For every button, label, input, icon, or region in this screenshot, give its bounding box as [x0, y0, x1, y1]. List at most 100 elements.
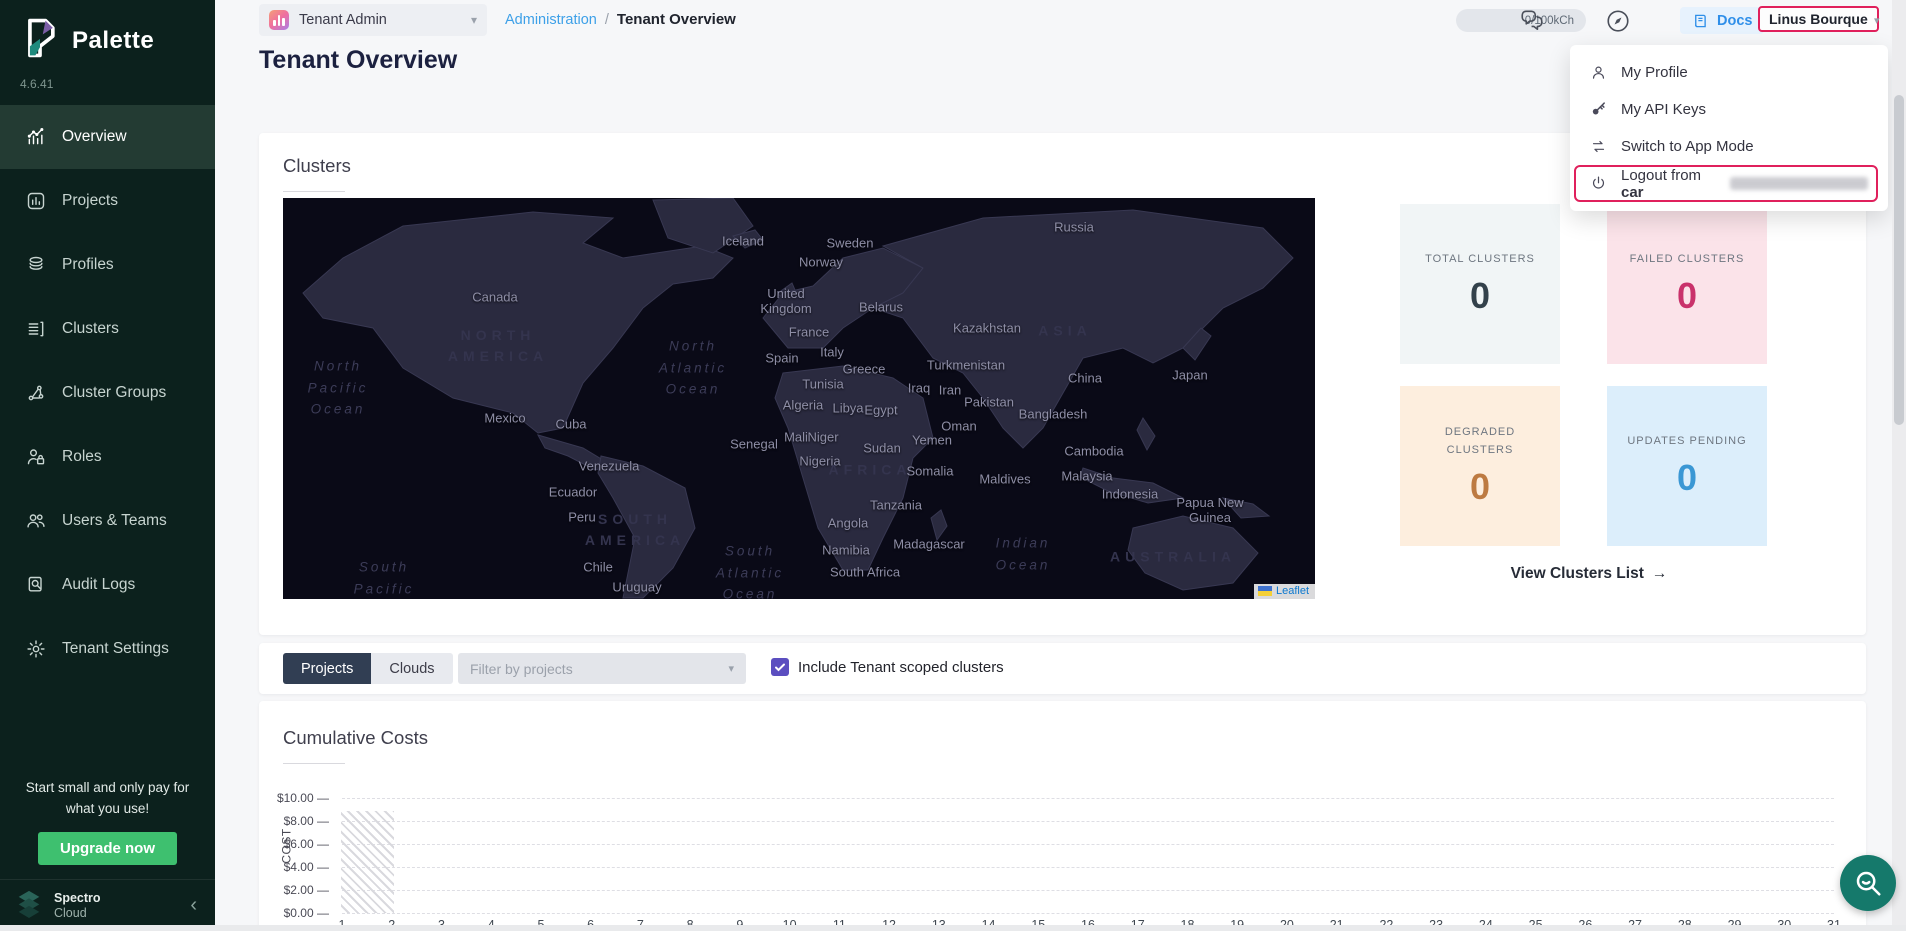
sidebar-item-tenant-settings[interactable]: Tenant Settings — [0, 617, 215, 681]
horizontal-scrollbar[interactable] — [0, 925, 1906, 931]
chart-gridline — [342, 867, 1834, 868]
stat-value: 0 — [1677, 275, 1697, 317]
sidebar-item-users-teams[interactable]: Users & Teams — [0, 489, 215, 553]
clusters-world-map[interactable]: CanadaIcelandNORTH AMERICANorth Pacific … — [283, 198, 1315, 599]
layers-icon — [26, 255, 46, 275]
chart-y-tick: $10.00 — — [265, 791, 329, 805]
stat-tile-total-clusters: TOTAL CLUSTERS 0 — [1400, 204, 1560, 364]
view-clusters-list-link[interactable]: View Clusters List → — [1499, 565, 1679, 583]
sidebar-item-cluster-groups[interactable]: Cluster Groups — [0, 361, 215, 425]
sidebar-item-audit-logs[interactable]: Audit Logs — [0, 553, 215, 617]
tenant-scoped-checkbox-row[interactable]: Include Tenant scoped clusters — [771, 658, 1004, 676]
chart-gridline — [342, 844, 1834, 845]
stat-label: FAILED CLUSTERS — [1630, 251, 1745, 269]
palette-logo-icon — [18, 16, 62, 65]
chart-y-tick: $4.00 — — [265, 860, 329, 874]
leaflet-link[interactable]: Leaflet — [1276, 585, 1309, 597]
users-icon — [26, 511, 46, 531]
stat-tile-degraded-clusters: DEGRADED CLUSTERS0 — [1400, 386, 1560, 546]
title-divider — [283, 763, 345, 764]
clusters-card-header: Clusters — [283, 155, 351, 192]
upgrade-now-button[interactable]: Upgrade now — [38, 832, 177, 865]
costs-card-header: Cumulative Costs — [283, 727, 428, 764]
title-divider — [283, 191, 345, 192]
user-lock-icon — [26, 447, 46, 467]
stat-tile-updates-pending: UPDATES PENDING0 — [1607, 386, 1767, 546]
chevron-down-icon[interactable]: ▾ — [1874, 14, 1880, 27]
compass-icon[interactable] — [1604, 7, 1631, 34]
sidebar-collapse-icon[interactable]: ‹ — [186, 894, 201, 917]
chart-gridline — [342, 821, 1834, 822]
gear-icon — [26, 639, 46, 659]
sidebar-item-label: Profiles — [62, 256, 114, 274]
switch-icon — [1590, 138, 1607, 155]
ukraine-flag-icon — [1258, 586, 1272, 596]
tenant-admin-icon — [269, 10, 289, 30]
app-version: 4.6.41 — [0, 67, 215, 91]
sidebar-item-label: Cluster Groups — [62, 384, 166, 402]
spectro-cloud-logo-icon — [14, 888, 44, 923]
world-map-graphic — [283, 198, 1315, 599]
app-name: Palette — [72, 27, 154, 55]
scrollbar-thumb[interactable] — [1894, 95, 1904, 425]
chart-gridline — [342, 798, 1834, 799]
view-clusters-list-label: View Clusters List — [1511, 565, 1644, 582]
tenant-scope-selector[interactable]: Tenant Admin ▾ — [259, 4, 487, 36]
docs-label: Docs — [1717, 13, 1752, 29]
stat-value: 0 — [1677, 457, 1697, 499]
nodes-icon — [26, 383, 46, 403]
sidebar-item-projects[interactable]: Projects — [0, 169, 215, 233]
menu-item-label: Logout from car — [1621, 167, 1714, 201]
costs-card-title: Cumulative Costs — [283, 727, 428, 749]
sidebar-item-label: Roles — [62, 448, 102, 466]
stat-label: TOTAL CLUSTERS — [1425, 251, 1535, 269]
chart-gridline — [342, 913, 1834, 914]
menu-item-my-api-keys[interactable]: My API Keys — [1570, 91, 1888, 128]
chart-y-tick: $6.00 — — [265, 837, 329, 851]
scope-tabs: ProjectsClouds — [283, 653, 453, 684]
tenant-selector-label: Tenant Admin — [299, 12, 387, 28]
app-logo[interactable]: Palette — [0, 0, 215, 67]
breadcrumb-administration[interactable]: Administration — [505, 12, 597, 28]
menu-item-logout-from-car[interactable]: Logout from car — [1570, 165, 1888, 202]
chart-y-tick: $2.00 — — [265, 883, 329, 897]
map-attribution: Leaflet — [1254, 584, 1315, 599]
sidebar-item-label: Overview — [62, 128, 127, 146]
user-icon — [1590, 64, 1607, 81]
chart-y-tick: $8.00 — — [265, 814, 329, 828]
sidebar-item-overview[interactable]: Overview — [0, 105, 215, 169]
menu-item-my-profile[interactable]: My Profile — [1570, 54, 1888, 91]
menu-item-label: Switch to App Mode — [1621, 138, 1754, 155]
checkbox-checked[interactable] — [771, 658, 789, 676]
vertical-scrollbar[interactable] — [1892, 0, 1906, 931]
menu-item-label: My Profile — [1621, 64, 1688, 81]
book-icon — [1692, 12, 1710, 30]
user-menu-trigger[interactable]: Linus Bourque — [1758, 6, 1879, 32]
filter-bar: ProjectsClouds Filter by projects ▾ Incl… — [259, 643, 1866, 694]
bar-chart-icon — [26, 191, 46, 211]
tab-projects[interactable]: Projects — [283, 653, 371, 684]
sidebar-item-profiles[interactable]: Profiles — [0, 233, 215, 297]
search-assistant-button[interactable] — [1840, 855, 1896, 911]
stat-tile-failed-clusters: FAILED CLUSTERS 0 — [1607, 204, 1767, 364]
filter-by-projects-select[interactable]: Filter by projects ▾ — [458, 653, 746, 684]
chat-icon[interactable] — [1518, 7, 1545, 34]
brand-name: Spectro Cloud — [54, 891, 101, 920]
sidebar-item-label: Projects — [62, 192, 118, 210]
chart-y-tick: $0.00 — — [265, 906, 329, 920]
sidebar-item-roles[interactable]: Roles — [0, 425, 215, 489]
stat-value: 0 — [1470, 275, 1490, 317]
sidebar-nav: Overview Projects Profiles Clusters Cluster … — [0, 105, 215, 681]
sidebar-footer: Spectro Cloud ‹ — [0, 879, 215, 931]
tab-clouds[interactable]: Clouds — [371, 653, 452, 684]
chart-hatched-bar — [341, 811, 394, 913]
menu-item-switch-to-app-mode[interactable]: Switch to App Mode — [1570, 128, 1888, 165]
sidebar-item-label: Users & Teams — [62, 512, 167, 530]
sidebar-item-clusters[interactable]: Clusters — [0, 297, 215, 361]
chevron-down-icon: ▾ — [728, 662, 734, 675]
chart-gridline — [342, 890, 1834, 891]
stat-label: DEGRADED CLUSTERS — [1445, 424, 1515, 459]
user-dropdown-menu: My Profile My API Keys Switch to App Mode L… — [1570, 45, 1888, 211]
docs-button[interactable]: Docs — [1680, 7, 1764, 34]
arrow-right-icon: → — [1652, 565, 1668, 582]
